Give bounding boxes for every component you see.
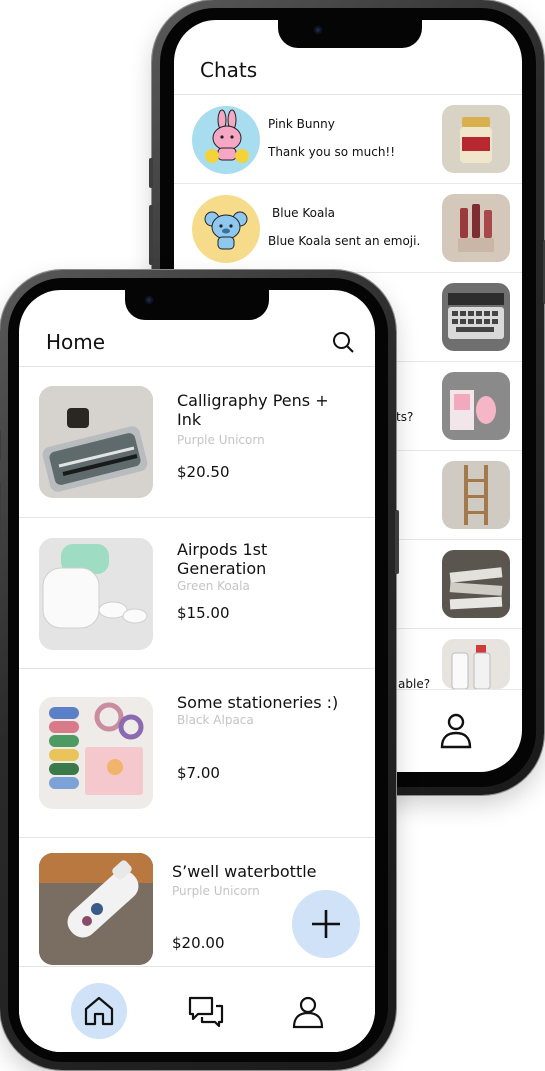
pink-bunny-avatar-icon (192, 106, 260, 174)
plus-icon (312, 910, 340, 938)
product-seller: Black Alpaca (177, 713, 254, 727)
product-card[interactable]: Airpods 1st Generation Green Koala $15.0… (19, 518, 375, 669)
blue-koala-avatar-icon (192, 195, 260, 263)
chat-message: Thank you so much!! (268, 145, 396, 159)
pink-gadget-photo-icon (442, 372, 510, 440)
camera-icon (314, 26, 322, 34)
product-price: $7.00 (177, 764, 220, 782)
home-icon (84, 996, 114, 1026)
spray-bottle-photo-icon (442, 639, 510, 689)
phone-side-button (149, 158, 153, 188)
product-title: Airpods 1st Generation (177, 540, 268, 578)
phone-side-button (395, 510, 399, 574)
chat-icon (188, 996, 224, 1028)
product-title: Some stationeries :) (177, 693, 339, 712)
chat-name: Pink Bunny (268, 117, 335, 131)
phone-notch (278, 20, 422, 48)
page-title: Chats (200, 58, 258, 82)
phone-notch (125, 290, 269, 320)
shelf-photo-icon (442, 461, 510, 529)
search-icon[interactable] (331, 330, 355, 354)
stationery-photo-icon (39, 697, 153, 809)
page-title: Home (46, 330, 106, 354)
product-title: S’well waterbottle (172, 862, 317, 881)
phone-side-button (0, 482, 1, 542)
add-listing-button[interactable] (292, 890, 360, 958)
phone-side-button (0, 430, 1, 460)
user-icon[interactable] (436, 710, 476, 750)
nav-chats-button[interactable] (176, 983, 232, 1039)
product-seller: Purple Unicorn (172, 884, 260, 898)
home-screen: Home Calligraphy Pens + Ink Purple Unico… (19, 290, 375, 1052)
product-price: $15.00 (177, 604, 230, 622)
pens-photo-icon (39, 386, 153, 498)
product-seller: Purple Unicorn (177, 433, 265, 447)
product-price: $20.50 (177, 463, 230, 481)
product-seller: Green Koala (177, 579, 250, 593)
product-title: Calligraphy Pens + Ink (177, 391, 329, 429)
chat-message: Blue Koala sent an emoji. (268, 234, 421, 248)
user-icon (292, 996, 324, 1029)
lipstick-photo-icon (442, 194, 510, 262)
nav-home-button[interactable] (71, 983, 127, 1039)
chat-row[interactable]: Pink Bunny Thank you so much!! (174, 95, 522, 184)
phone-frame-home: Home Calligraphy Pens + Ink Purple Unico… (0, 270, 399, 1070)
product-price: $20.00 (172, 934, 225, 952)
product-card[interactable]: Calligraphy Pens + Ink Purple Unicorn $2… (19, 367, 375, 518)
jar-photo-icon (442, 105, 510, 173)
bottom-nav (19, 966, 375, 1052)
camera-icon (145, 296, 153, 304)
bottle-photo-icon (39, 853, 153, 965)
chat-name: Blue Koala (272, 206, 336, 220)
keyboard-photo-icon (442, 283, 510, 351)
chat-message: ts? (396, 410, 414, 424)
papers-photo-icon (442, 550, 510, 618)
airpods-photo-icon (39, 538, 153, 650)
nav-profile-button[interactable] (279, 983, 335, 1039)
chat-row[interactable]: Blue Koala Blue Koala sent an emoji. (174, 184, 522, 273)
phone-side-button (149, 205, 153, 265)
product-card[interactable]: Some stationeries :) Black Alpaca $7.00 (19, 669, 375, 838)
